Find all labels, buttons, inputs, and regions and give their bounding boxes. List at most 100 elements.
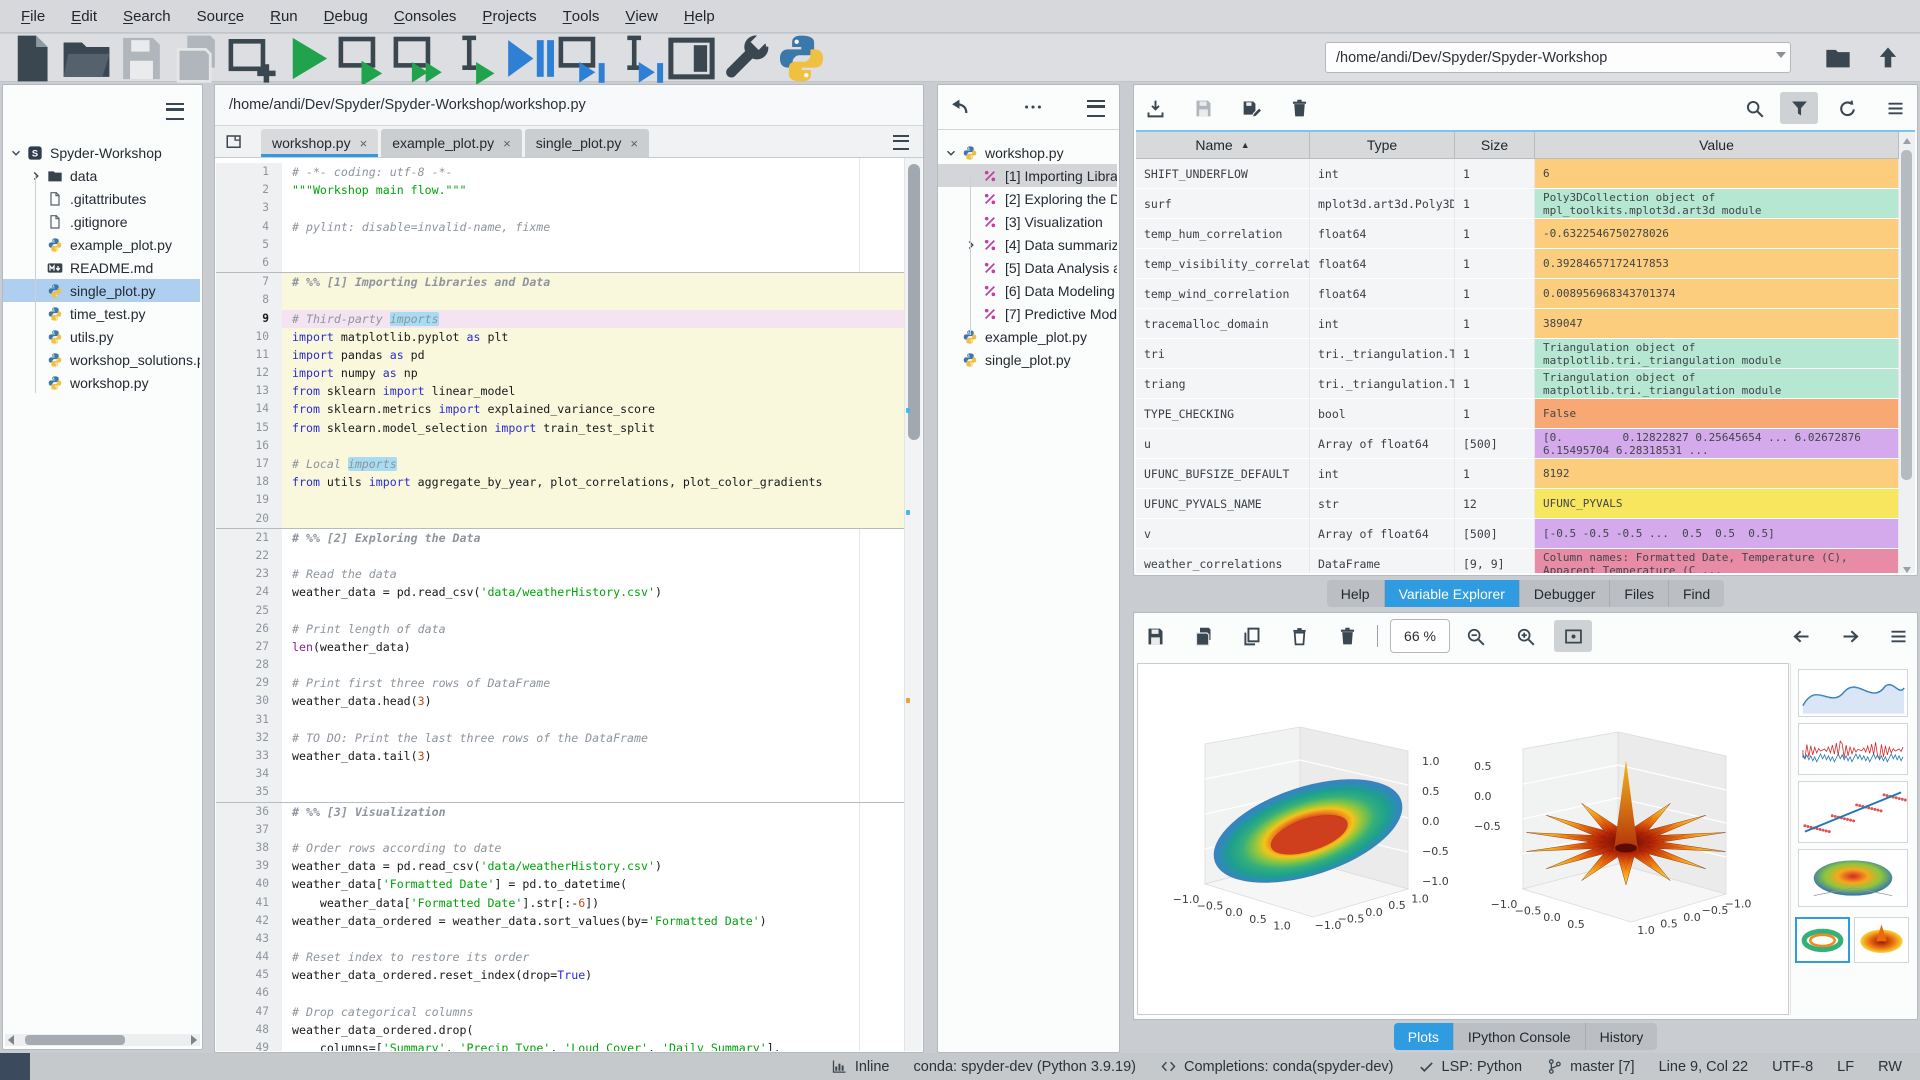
cell-value[interactable]: Triangulation object of matplotlib.tri._… — [1535, 339, 1899, 369]
tab-find[interactable]: Find — [1668, 580, 1725, 607]
cell-name[interactable]: u — [1136, 429, 1310, 459]
column-header-value[interactable]: Value — [1535, 132, 1899, 159]
scroll-right-icon[interactable] — [191, 1035, 197, 1045]
cell-size[interactable]: 1 — [1455, 459, 1535, 489]
cell-value[interactable]: 6 — [1535, 159, 1899, 189]
fit-plot-to-window-button[interactable] — [1554, 620, 1592, 652]
go-to-cursor-icon[interactable] — [948, 96, 970, 118]
thumbnail-line-plot[interactable] — [1798, 669, 1908, 717]
cell-value[interactable]: [0. 0.12822827 0.25645654 ... 6.02672876… — [1535, 429, 1899, 459]
tree-item-single-plot-py[interactable]: single_plot.py — [3, 279, 200, 302]
cell-name[interactable]: temp_visibility_correlation — [1136, 249, 1310, 279]
cell-type[interactable]: DataFrame — [1310, 549, 1455, 573]
tree-item--5-data-analysis-an[interactable]: [5] Data Analysis an — [938, 256, 1117, 279]
cell-type[interactable]: mplot3d.art3d.Poly3DCo… — [1310, 189, 1455, 219]
menu-debug[interactable]: Debug — [311, 0, 381, 32]
chevron-right-icon[interactable] — [29, 169, 43, 183]
cell-type[interactable]: str — [1310, 489, 1455, 519]
editor-options-button[interactable] — [893, 135, 909, 155]
tree-item-data[interactable]: data — [3, 164, 200, 187]
refresh-variables-button[interactable] — [1828, 92, 1866, 124]
cell-type[interactable]: float64 — [1310, 279, 1455, 309]
tree-item--3-visualization[interactable]: [3] Visualization — [938, 210, 1117, 233]
tree-item-workshop-py[interactable]: workshop.py — [938, 141, 1117, 164]
cell-name[interactable]: temp_hum_correlation — [1136, 219, 1310, 249]
cell-value[interactable]: -0.6322546750278026 — [1535, 219, 1899, 249]
tab-help[interactable]: Help — [1326, 580, 1385, 607]
cell-name[interactable]: v — [1136, 519, 1310, 549]
outline-options-icon[interactable] — [1087, 100, 1105, 117]
thumbnail-scatter-regression[interactable] — [1798, 781, 1908, 843]
zoom-in-button[interactable] — [1506, 620, 1544, 652]
remove-plot-button[interactable] — [1280, 620, 1318, 652]
more-options-icon[interactable] — [1022, 96, 1044, 118]
run-cell-button[interactable] — [334, 36, 389, 86]
close-tab-icon[interactable]: × — [503, 136, 511, 151]
cell-size[interactable]: 1 — [1455, 249, 1535, 279]
close-tab-icon[interactable]: × — [630, 136, 638, 151]
tab-history[interactable]: History — [1585, 1023, 1658, 1050]
remove-all-variables-button[interactable] — [1280, 92, 1318, 124]
debug-cell-button[interactable] — [554, 36, 609, 83]
tree-item--6-data-modeling-a[interactable]: [6] Data Modeling a — [938, 279, 1117, 302]
cell-name[interactable]: SHIFT_UNDERFLOW — [1136, 159, 1310, 189]
combobox-dropdown-icon[interactable] — [1776, 52, 1786, 58]
scroll-up-icon[interactable] — [1903, 138, 1911, 144]
new-file-button[interactable] — [4, 35, 59, 81]
filter-variables-button[interactable] — [1780, 92, 1818, 124]
maximize-pane-button[interactable] — [664, 37, 719, 79]
tab-ipython-console[interactable]: IPython Console — [1453, 1023, 1586, 1050]
tab-plots[interactable]: Plots — [1393, 1023, 1454, 1050]
cell-type[interactable]: int — [1310, 309, 1455, 339]
run-selection-button[interactable] — [444, 35, 499, 85]
cell-name[interactable]: UFUNC_PYVALS_NAME — [1136, 489, 1310, 519]
zoom-out-button[interactable] — [1456, 620, 1494, 652]
column-header-size[interactable]: Size — [1455, 132, 1535, 159]
cell-value[interactable]: False — [1535, 399, 1899, 429]
menu-view[interactable]: View — [612, 0, 671, 32]
thumbnail-orange-surface[interactable] — [1854, 917, 1909, 963]
column-header-type[interactable]: Type — [1310, 132, 1455, 159]
code-editor-area[interactable]: 1 # -*- coding: utf-8 -*- 2 """Workshop mai… — [216, 158, 922, 1051]
save-all-button[interactable] — [169, 35, 224, 83]
tree-item-utils-py[interactable]: utils.py — [3, 325, 200, 348]
open-file-button[interactable] — [59, 37, 114, 79]
menu-help[interactable]: Help — [671, 0, 728, 32]
cell-name[interactable]: UFUNC_BUFSIZE_DEFAULT — [1136, 459, 1310, 489]
debug-file-button[interactable] — [499, 37, 554, 79]
tab-variable-explorer[interactable]: Variable Explorer — [1384, 580, 1520, 607]
cell-name[interactable]: tracemalloc_domain — [1136, 309, 1310, 339]
cell-value[interactable]: 389047 — [1535, 309, 1899, 339]
cell-size[interactable]: 1 — [1455, 309, 1535, 339]
new-window-icon[interactable] — [225, 133, 243, 151]
previous-plot-button[interactable] — [1782, 620, 1820, 652]
editor-tab-single_plot-py[interactable]: single_plot.py × — [524, 129, 649, 157]
tree-item-time-test-py[interactable]: time_test.py — [3, 302, 200, 325]
menu-search[interactable]: Search — [110, 0, 184, 32]
tree-item-readme-md[interactable]: README.md — [3, 256, 200, 279]
cell-name[interactable]: surf — [1136, 189, 1310, 219]
cell-name[interactable]: temp_wind_correlation — [1136, 279, 1310, 309]
cell-size[interactable]: 1 — [1455, 399, 1535, 429]
cell-size[interactable]: [9, 9] — [1455, 549, 1535, 573]
menu-tools[interactable]: Tools — [550, 0, 613, 32]
cell-value[interactable]: 0.39284657172417853 — [1535, 249, 1899, 279]
plots-options-button[interactable] — [1879, 620, 1917, 652]
cell-value[interactable]: 0.008956968343701374 — [1535, 279, 1899, 309]
pythonpath-manager-button[interactable] — [774, 35, 829, 81]
scroll-down-icon[interactable] — [1903, 567, 1911, 573]
menu-consoles[interactable]: Consoles — [381, 0, 470, 32]
tree-item--gitignore[interactable]: .gitignore — [3, 210, 200, 233]
cell-size[interactable]: 12 — [1455, 489, 1535, 519]
cell-size[interactable]: 1 — [1455, 339, 1535, 369]
chevron-right-icon[interactable] — [964, 238, 978, 252]
cell-type[interactable]: bool — [1310, 399, 1455, 429]
cell-size[interactable]: [500] — [1455, 429, 1535, 459]
cell-name[interactable]: tri — [1136, 339, 1310, 369]
import-data-button[interactable] — [1136, 92, 1174, 124]
scrollbar-thumb[interactable] — [908, 164, 920, 440]
cell-size[interactable]: 1 — [1455, 159, 1535, 189]
cell-size[interactable]: 1 — [1455, 189, 1535, 219]
browse-working-directory-button[interactable] — [1824, 44, 1852, 72]
cell-type[interactable]: Array of float64 — [1310, 429, 1455, 459]
